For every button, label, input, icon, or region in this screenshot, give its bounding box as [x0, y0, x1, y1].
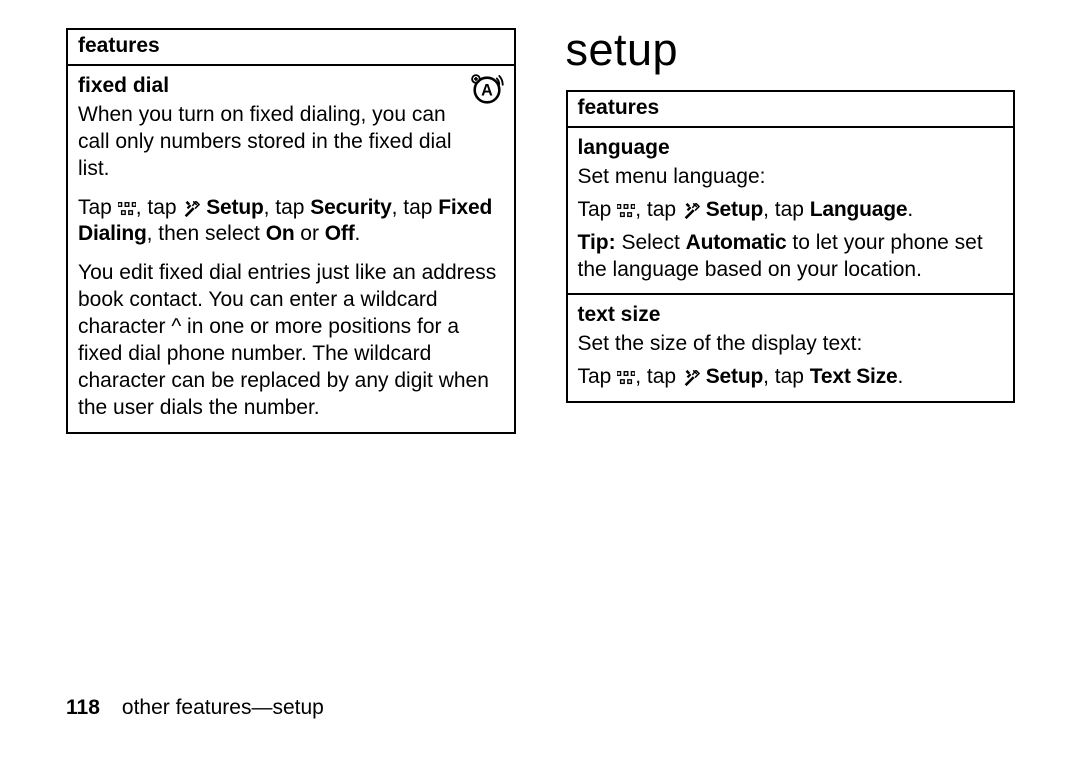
text: or: [294, 222, 324, 245]
features-header-left: features: [68, 30, 514, 66]
page-number: 118: [66, 696, 100, 719]
manual-page: features A fixed dial: [0, 0, 1080, 766]
features-box-right: features language Set menu language: Tap…: [566, 90, 1016, 403]
language-para: Set menu language:: [578, 164, 1004, 191]
features-header-right: features: [568, 92, 1014, 128]
text: , tap: [763, 198, 810, 221]
text-size-title: text size: [578, 302, 1004, 331]
text: , then select: [147, 222, 266, 245]
text: , tap: [392, 196, 439, 219]
columns: features A fixed dial: [0, 0, 1080, 434]
on-label: On: [266, 222, 295, 245]
features-box-left: features A fixed dial: [66, 28, 516, 434]
fixed-dial-para-1: When you turn on fixed dialing, you can …: [78, 102, 504, 183]
text-size-para: Set the size of the display text:: [578, 331, 1004, 358]
svg-text:A: A: [481, 82, 493, 100]
footer-label: other features—setup: [122, 696, 324, 719]
tools-icon: [182, 197, 200, 219]
language-section: language Set menu language: Tap , tap Se…: [568, 128, 1014, 293]
setup-label: Setup: [206, 196, 263, 219]
page-footer: 118 other features—setup: [66, 696, 324, 720]
text: Tap: [78, 196, 118, 219]
apps-icon: [617, 202, 635, 220]
text-size-nav: Tap , tap Setup, tap Text Size.: [578, 364, 1004, 391]
text: , tap: [635, 198, 682, 221]
left-column: features A fixed dial: [66, 28, 516, 434]
apps-icon: [118, 200, 136, 218]
text: , tap: [635, 365, 682, 388]
apps-icon: [617, 369, 635, 387]
setup-heading: setup: [566, 24, 1016, 76]
off-label: Off: [325, 222, 355, 245]
text: .: [355, 222, 361, 245]
text: Tap: [578, 365, 618, 388]
language-label: Language: [810, 198, 908, 221]
text-size-label: Text Size: [810, 365, 898, 388]
setup-label: Setup: [706, 365, 763, 388]
right-column: setup features language Set menu languag…: [566, 28, 1016, 403]
text: Select: [616, 231, 686, 254]
text: , tap: [264, 196, 311, 219]
automatic-label: Automatic: [686, 231, 787, 254]
network-dependent-icon: A: [470, 73, 504, 107]
language-tip: Tip: Select Automatic to let your phone …: [578, 230, 1004, 284]
security-label: Security: [310, 196, 391, 219]
fixed-dial-para-3: You edit fixed dial entries just like an…: [78, 260, 504, 421]
text-size-section: text size Set the size of the display te…: [568, 293, 1014, 401]
text: .: [907, 198, 913, 221]
fixed-dial-section: A fixed dial When you turn on fixed dial…: [68, 66, 514, 432]
text: .: [897, 365, 903, 388]
setup-label: Setup: [706, 198, 763, 221]
tools-icon: [682, 199, 700, 221]
text: Tap: [578, 198, 618, 221]
fixed-dial-title: fixed dial: [78, 73, 504, 102]
text: , tap: [136, 196, 183, 219]
fixed-dial-nav: Tap , tap Setup, tap Security, tap Fixed…: [78, 195, 504, 249]
language-nav: Tap , tap Setup, tap Language.: [578, 197, 1004, 224]
text: , tap: [763, 365, 810, 388]
language-title: language: [578, 135, 1004, 164]
tools-icon: [682, 366, 700, 388]
tip-label: Tip:: [578, 231, 616, 254]
